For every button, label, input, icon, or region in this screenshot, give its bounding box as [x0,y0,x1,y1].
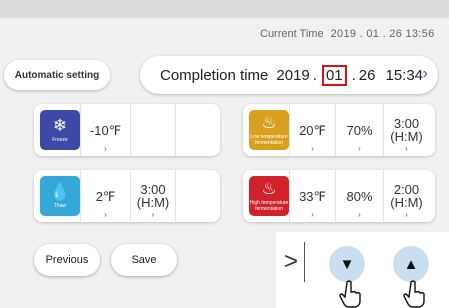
previous-button[interactable]: Previous [34,244,100,276]
thaw-label: Thaw [53,203,67,209]
freeze-mode-tile: ❄ Freeze [40,110,80,150]
pointing-hand-icon [403,280,425,308]
freeze-temperature-cell[interactable]: -10℉ › [80,104,130,156]
freeze-empty-cell [175,104,220,156]
thaw-duration-cell[interactable]: 3:00 (H:M) › [130,170,175,222]
triangle-down-icon: ▼ [339,255,355,273]
low-duration-cell[interactable]: 3:00 (H:M) › [383,104,429,156]
chevron-right-icon: › [422,65,428,82]
pointing-hand-icon [339,280,361,308]
thaw-card[interactable]: 💧 Thaw 2℉ › 3:00 (H:M) › [34,170,220,222]
high-fermentation-card[interactable]: ♨ High temperature fermentation 33℉ › 80… [243,170,435,222]
completion-day: 26 [358,66,376,84]
bread-high-icon: ♨ [261,179,277,198]
thaw-mode-tile: 💧 Thaw [40,176,80,216]
chevron-down-icon: › [405,144,408,153]
triangle-up-icon: ▲ [403,255,419,273]
chevron-down-icon: › [104,144,107,153]
high-temperature-cell[interactable]: 33℉ › [289,170,335,222]
completion-separator: . [312,66,317,84]
freeze-card[interactable]: ❄ Freeze -10℉ › [34,104,220,156]
low-duration-unit: (H:M) [390,129,423,144]
automatic-setting-button[interactable]: Automatic setting [4,60,110,90]
thaw-duration-unit: (H:M) [136,195,170,210]
low-temperature: 20℉ [299,122,326,138]
current-time-label: Current Time [260,28,324,40]
high-fermentation-label: High temperature fermentation [249,200,289,212]
low-fermentation-card[interactable]: ♨ Low temperature fermentation 20℉ › 70%… [243,104,435,156]
completion-time-label: Completion time [160,66,269,84]
thaw-empty-cell [175,170,220,222]
low-humidity: 70% [346,122,373,138]
chevron-down-icon: › [405,210,408,219]
bread-low-icon: ♨ [261,113,277,132]
completion-month-highlight: 01 [321,64,347,86]
completion-time-button[interactable]: Completion time 2019 . 01 . 26 15:34 › [140,56,438,94]
next-arrow-icon[interactable]: > [284,248,298,276]
high-temperature: 33℉ [299,188,326,204]
high-duration-unit: (H:M) [390,195,423,210]
down-button[interactable]: ▼ [329,246,365,282]
droplet-icon: 💧 [49,182,71,201]
high-fermentation-mode-tile: ♨ High temperature fermentation [249,176,289,216]
thaw-temperature-cell[interactable]: 2℉ › [80,170,130,222]
freeze-temperature: -10℉ [89,122,122,138]
chevron-down-icon: › [311,210,314,219]
freeze-empty-cell [130,104,175,156]
chevron-down-icon: › [151,210,155,219]
low-temperature-cell[interactable]: 20℉ › [289,104,335,156]
control-panel: > ▼ ▲ [276,232,449,308]
current-time-value: 2019 . 01 . 26 13:56 [330,28,435,40]
completion-clock: 15:34 [385,66,424,84]
current-time: Current Time 2019 . 01 . 26 13:56 [260,28,435,40]
high-humidity: 80% [346,188,373,204]
up-button[interactable]: ▲ [393,246,429,282]
low-fermentation-mode-tile: ♨ Low temperature fermentation [249,110,289,150]
completion-year: 2019 [276,66,310,84]
save-button[interactable]: Save [111,244,177,276]
high-humidity-cell[interactable]: 80% › [335,170,383,222]
high-duration-cell[interactable]: 2:00 (H:M) › [383,170,429,222]
chevron-down-icon: › [311,144,314,153]
snowflake-icon: ❄ [52,116,68,135]
divider [304,242,305,282]
chevron-down-icon: › [358,210,361,219]
low-fermentation-label: Low temperature fermentation [250,134,288,146]
completion-separator: . [351,66,356,84]
freeze-label: Freeze [52,137,68,143]
chevron-down-icon: › [104,210,107,219]
top-strip [0,0,449,18]
chevron-down-icon: › [358,144,361,153]
low-humidity-cell[interactable]: 70% › [335,104,383,156]
thaw-temperature: 2℉ [95,188,116,204]
